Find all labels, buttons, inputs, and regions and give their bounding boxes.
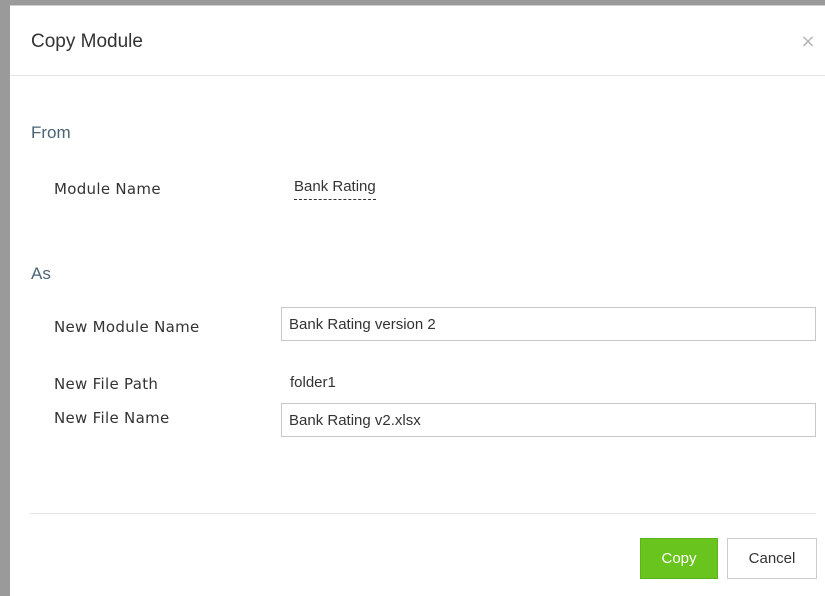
new-file-name-label: New File Name (54, 409, 170, 427)
close-icon[interactable]: × (799, 31, 817, 53)
dialog-title: Copy Module (31, 31, 143, 52)
cancel-button[interactable]: Cancel (727, 538, 817, 579)
module-name-label: Module Name (54, 180, 161, 198)
new-module-name-input[interactable] (281, 307, 816, 341)
section-title-from: From (31, 123, 71, 142)
copy-module-dialog: Copy Module × From Module Name Bank Rati… (10, 5, 825, 596)
footer-divider (30, 513, 816, 514)
module-name-link[interactable]: Bank Rating (294, 177, 376, 200)
copy-button[interactable]: Copy (640, 538, 718, 579)
new-file-path-value: folder1 (290, 374, 336, 391)
page-backdrop: Copy Module × From Module Name Bank Rati… (0, 0, 825, 596)
section-title-as: As (31, 264, 51, 283)
dialog-header: Copy Module × (10, 6, 825, 76)
new-module-name-label: New Module Name (54, 318, 200, 336)
new-file-path-label: New File Path (54, 375, 159, 393)
new-file-name-input[interactable] (281, 403, 816, 437)
